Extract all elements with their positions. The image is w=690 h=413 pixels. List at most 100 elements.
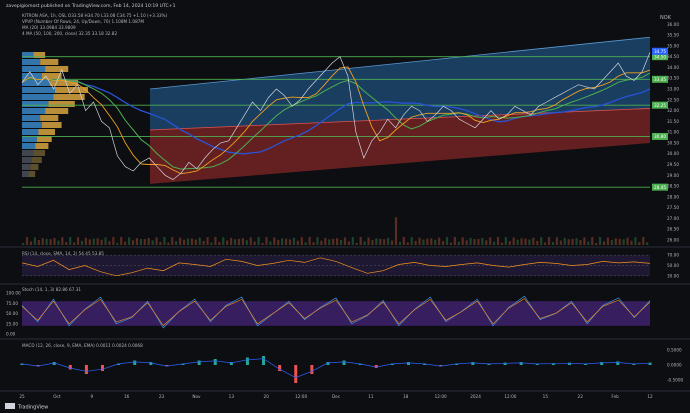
volume-bar bbox=[402, 237, 405, 245]
volume-bar bbox=[73, 242, 76, 245]
volume-bar bbox=[25, 237, 29, 245]
vp-row-up bbox=[22, 164, 31, 170]
volume-bar bbox=[112, 237, 115, 245]
volume-bar bbox=[151, 240, 154, 245]
volume-bar bbox=[422, 239, 425, 245]
volume-bar bbox=[230, 237, 233, 245]
volume-bar bbox=[343, 237, 347, 245]
macd-legend[interactable]: MACD (12, 26, close, 9, EMA, EMA) 0.0011… bbox=[22, 343, 143, 348]
volume-bar bbox=[555, 237, 558, 245]
volume-bar bbox=[390, 240, 394, 245]
macd-histogram-bar bbox=[616, 361, 620, 365]
volume-bar bbox=[45, 238, 48, 245]
price-tick-label: 35.00 bbox=[667, 43, 679, 48]
price-tick-label: 30.50 bbox=[667, 140, 679, 145]
volume-bar bbox=[540, 237, 543, 245]
price-level-tag-text: 33.45 bbox=[654, 77, 666, 82]
time-tick-label: 9 bbox=[90, 394, 93, 399]
macd-histogram-bar bbox=[374, 365, 378, 368]
volume-bar bbox=[642, 237, 645, 245]
volume-bar bbox=[65, 242, 68, 245]
volume-bar bbox=[233, 239, 237, 245]
macd-histogram-bar bbox=[310, 365, 314, 374]
volume-bar bbox=[33, 237, 36, 245]
volume-bar bbox=[567, 239, 570, 245]
macd-histogram-bar bbox=[342, 360, 346, 365]
legend-symbol[interactable]: KITRON ASA, 1h, OSL O33.58 H34.70 L33.08… bbox=[22, 13, 168, 18]
volume-bar bbox=[277, 239, 280, 245]
volume-bar bbox=[339, 239, 343, 245]
volume-bar bbox=[76, 237, 80, 245]
rsi-legend[interactable]: RSI (14, close, SMA, 14, 2) 54.45 53.85 bbox=[22, 251, 104, 256]
stoch-tick-label: 25.00 bbox=[6, 321, 18, 326]
price-level-tag-text: 34.75 bbox=[654, 49, 666, 54]
volume-bar bbox=[288, 239, 292, 245]
volume-bar bbox=[544, 242, 547, 245]
time-tick-label: 12:00 bbox=[435, 394, 447, 399]
price-level-tag-text: 28.45 bbox=[654, 185, 666, 190]
volume-bar bbox=[418, 237, 421, 245]
stoch-tick-label: 75.00 bbox=[6, 301, 18, 306]
volume-bar bbox=[190, 238, 193, 245]
volume-bar bbox=[477, 239, 480, 245]
vp-row-up bbox=[22, 115, 41, 121]
stoch-legend[interactable]: Stoch (14, 1, 3) 82.86 67.31 bbox=[22, 287, 81, 292]
macd-histogram-bar bbox=[68, 365, 72, 370]
price-tick-label: 28.00 bbox=[667, 194, 679, 199]
volume-bar bbox=[457, 241, 460, 245]
volume-bar bbox=[324, 237, 327, 245]
volume-bar bbox=[104, 237, 107, 245]
volume-bar bbox=[214, 237, 217, 245]
legend-ma[interactable]: MA (20) 33.0984 33.9809 bbox=[22, 25, 76, 30]
volume-bar bbox=[332, 238, 335, 245]
volume-bar bbox=[355, 242, 358, 245]
volume-bar bbox=[167, 242, 170, 245]
volume-bar bbox=[163, 237, 166, 245]
vp-row-up bbox=[22, 101, 49, 107]
volume-bar bbox=[520, 238, 523, 245]
volume-bar bbox=[131, 240, 135, 245]
volume-bar bbox=[312, 242, 315, 245]
time-tick-label: Feb bbox=[611, 394, 619, 399]
volume-bar bbox=[37, 240, 40, 245]
volume-bar bbox=[559, 240, 562, 245]
volume-bar bbox=[508, 241, 511, 245]
volume-bar bbox=[606, 237, 610, 245]
vp-row-down bbox=[38, 129, 55, 135]
price-tick-label: 35.50 bbox=[667, 33, 679, 38]
tv-logo-icon bbox=[5, 403, 15, 409]
time-tick-label: Oct bbox=[53, 394, 61, 399]
time-tick-label: 13 bbox=[229, 394, 235, 399]
vp-row-up bbox=[22, 87, 55, 93]
rsi-pane[interactable]: 70.00 50.00 30.00 bbox=[21, 253, 679, 279]
volume-bar bbox=[528, 239, 531, 245]
macd-histogram-bar bbox=[84, 365, 88, 374]
volume-bar bbox=[493, 241, 496, 245]
macd-histogram-bar bbox=[294, 365, 298, 383]
volume-bar bbox=[206, 237, 209, 245]
rsi-tick-label: 70.00 bbox=[667, 253, 679, 258]
volume-bar bbox=[49, 239, 52, 245]
volume-bar bbox=[500, 242, 504, 245]
macd-histogram-bar bbox=[519, 362, 523, 365]
price-scale[interactable]: 36.00 35.50 35.00 34.50 34.00 33.50 33.00 32.50… bbox=[667, 22, 679, 243]
volume-bar bbox=[308, 237, 311, 245]
macd-histogram-bar bbox=[648, 362, 652, 365]
volume-bar bbox=[496, 237, 500, 245]
legend-vpvr[interactable]: VPVP (Number Of Rows, 24, Up/Down, 70) 1… bbox=[22, 19, 144, 24]
legend-mas[interactable]: 4 MA (50, 100, 200, close) 32.35 33.18 3… bbox=[22, 31, 117, 36]
volume-bar bbox=[512, 237, 515, 245]
macd-histogram-bar bbox=[149, 362, 153, 365]
volume-bar bbox=[316, 237, 319, 245]
macd-histogram-bar bbox=[471, 362, 475, 365]
volume-bar bbox=[516, 239, 519, 245]
volume-bar bbox=[139, 238, 142, 245]
vp-row-up bbox=[22, 59, 41, 65]
chart-svg[interactable]: zavepigiomost published on TradingView.c… bbox=[0, 0, 690, 413]
volume-bar bbox=[434, 239, 437, 245]
volume-bar bbox=[127, 237, 131, 245]
volume-bar bbox=[469, 238, 472, 245]
vp-row-up bbox=[22, 94, 54, 100]
volume-bar bbox=[634, 237, 637, 245]
macd-histogram-bar bbox=[262, 356, 266, 365]
